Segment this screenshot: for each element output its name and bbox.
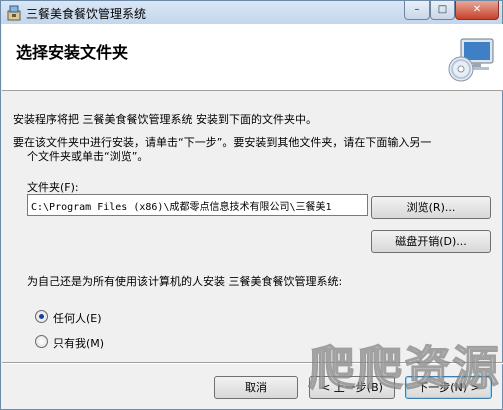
cancel-button[interactable]: 取消 (214, 376, 298, 399)
title-bar[interactable]: 三餐美食餐饮管理系统 – □ ✕ (1, 1, 502, 24)
minimize-button[interactable]: – (404, 1, 430, 20)
only-me-radio[interactable] (35, 335, 48, 348)
watermark-logo: 爬爬资源 (308, 340, 501, 396)
disk-cost-button[interactable]: 磁盘开销(D)... (371, 230, 491, 253)
instruction-line-2: 个文件夹或单击“浏览”。 (27, 150, 149, 163)
only-me-radio-label[interactable]: 只有我(M) (53, 335, 104, 351)
page-title: 选择安装文件夹 (16, 43, 129, 62)
close-button[interactable]: ✕ (455, 1, 499, 20)
wizard-header: 选择安装文件夹 (2, 24, 503, 91)
install-for-question: 为自己还是为所有使用该计算机的人安装 三餐美食餐饮管理系统: (27, 275, 343, 288)
everyone-radio[interactable] (35, 310, 48, 323)
computer-cd-icon (448, 38, 494, 82)
intro-text: 安装程序将把 三餐美食餐饮管理系统 安装到下面的文件夹中。 (13, 113, 317, 126)
installer-app-icon (7, 5, 21, 21)
folder-path-input[interactable]: C:\Program Files (x86)\成都零点信息技术有限公司\三餐美1 (27, 194, 368, 216)
maximize-button[interactable]: □ (430, 1, 455, 20)
folder-label: 文件夹(F): (27, 181, 79, 194)
window-title: 三餐美食餐饮管理系统 (26, 7, 147, 21)
installer-window: 三餐美食餐饮管理系统 – □ ✕ 选择安装文件夹 安装程序将把 三餐美食餐饮管理… (0, 0, 503, 410)
browse-button[interactable]: 浏览(R)... (371, 196, 491, 219)
everyone-radio-label[interactable]: 任何人(E) (53, 310, 102, 326)
